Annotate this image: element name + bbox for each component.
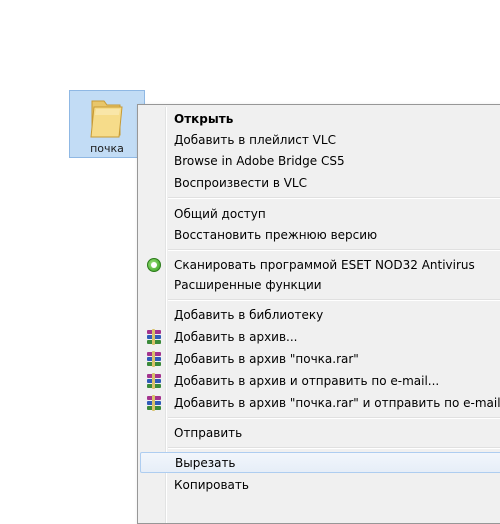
desktop-folder-pochka[interactable]: почка <box>69 90 145 158</box>
winrar-icon <box>146 329 162 345</box>
menu-item-add-to-archive-email[interactable]: Добавить в архив и отправить по e-mail..… <box>140 370 500 391</box>
menu-item-browse-in-bridge[interactable]: Browse in Adobe Bridge CS5 <box>140 150 500 171</box>
menu-item-copy[interactable]: Копировать <box>140 474 500 495</box>
menu-separator <box>168 197 500 199</box>
menu-item-play-in-vlc[interactable]: Воспроизвести в VLC <box>140 172 500 193</box>
menu-separator <box>168 417 500 419</box>
folder-icon <box>90 100 123 138</box>
menu-item-restore-previous-version[interactable]: Восстановить прежнюю версию <box>140 224 500 245</box>
menu-item-cut[interactable]: Вырезать <box>140 452 500 473</box>
menu-item-advanced-functions[interactable]: Расширенные функции <box>140 274 500 295</box>
context-menu: Открыть Добавить в плейлист VLC Browse i… <box>137 104 500 524</box>
menu-item-send-to[interactable]: Отправить <box>140 422 500 443</box>
menu-item-add-to-vlc-playlist[interactable]: Добавить в плейлист VLC <box>140 129 500 150</box>
menu-item-add-to-archive-rar[interactable]: Добавить в архив "почка.rar" <box>140 348 500 369</box>
eset-icon <box>147 258 161 272</box>
winrar-icon <box>146 395 162 411</box>
menu-separator <box>168 249 500 251</box>
menu-item-share[interactable]: Общий доступ <box>140 203 500 224</box>
winrar-icon <box>146 351 162 367</box>
folder-label: почка <box>90 142 124 155</box>
menu-item-add-to-library[interactable]: Добавить в библиотеку <box>140 304 500 325</box>
winrar-icon <box>146 373 162 389</box>
menu-item-open[interactable]: Открыть <box>140 108 500 129</box>
menu-item-eset-scan[interactable]: Сканировать программой ESET NOD32 Antivi… <box>140 254 500 275</box>
menu-separator <box>168 299 500 301</box>
menu-item-add-to-archive-rar-email[interactable]: Добавить в архив "почка.rar" и отправить… <box>140 392 500 413</box>
menu-separator <box>168 447 500 449</box>
menu-item-add-to-archive[interactable]: Добавить в архив... <box>140 326 500 347</box>
